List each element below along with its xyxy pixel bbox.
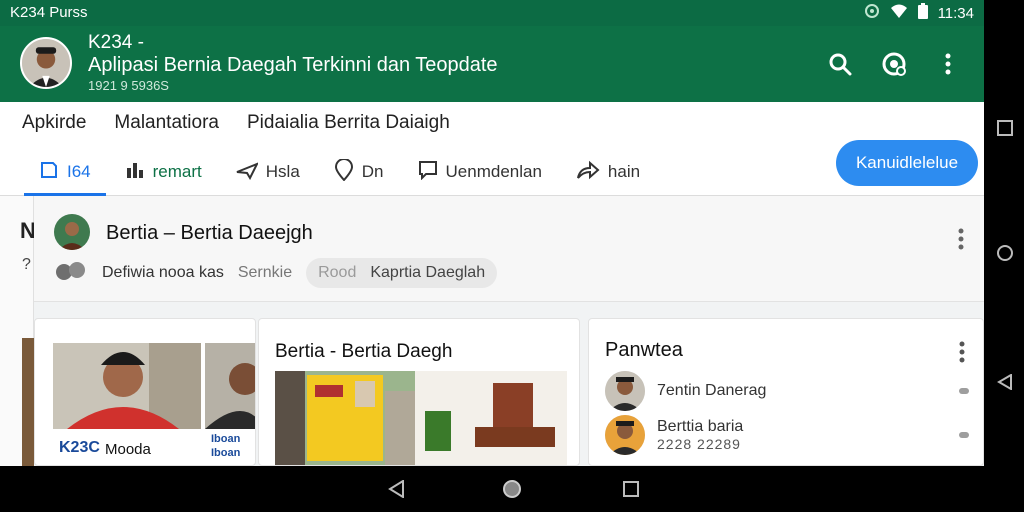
- carrier-label: K234 Purss: [10, 4, 88, 21]
- stub-image: [22, 338, 34, 466]
- app-subtitle: 1921 9 5936S: [88, 78, 169, 93]
- trending-item-sub: 2228 22289: [657, 436, 741, 452]
- tab-label: Hsla: [265, 162, 300, 181]
- news-card[interactable]: K23C Mooda Iboan Iboan: [34, 318, 256, 466]
- home-nav-icon[interactable]: [503, 480, 521, 498]
- news-overlay: Iboan: [211, 433, 241, 445]
- news-photo-1: [53, 343, 201, 429]
- breadcrumb-item-1[interactable]: Apkirde: [22, 112, 86, 134]
- tab-hain[interactable]: hain: [559, 148, 657, 196]
- app-bar: K234 - Aplipasi Bernia Daegah Terkinni d…: [0, 26, 984, 102]
- screen: K234 Purss 11:34 K234 - Aplipasi Bernia …: [0, 0, 984, 466]
- news-logo: K23C: [59, 439, 100, 456]
- news-title: Bertia - Bertia Daegh: [275, 341, 453, 362]
- post-card[interactable]: Bertia – Bertia Daeejgh Defiwia nooa kas…: [34, 196, 984, 302]
- chip-kaprtia: Kaprtia Daeglah: [370, 264, 486, 281]
- tab-bar: I64 remart Hsla Dn Uenmdenlan hain: [22, 148, 657, 196]
- trending-more-icon[interactable]: [959, 341, 965, 368]
- breadcrumb: Apkirde Malantatiora Pidaialia Berrita D…: [22, 112, 450, 134]
- trending-item[interactable]: Berttia baria 2228 22289: [605, 415, 969, 455]
- back-nav-icon[interactable]: [997, 373, 1013, 391]
- news-photo-3: [275, 371, 567, 465]
- trending-avatar: [605, 371, 645, 411]
- battery-icon: [917, 3, 928, 23]
- back-nav-icon[interactable]: [388, 479, 406, 499]
- left-panel-stub: N ?: [0, 196, 36, 466]
- sync-icon: [864, 3, 880, 23]
- chip-sernkie[interactable]: Sernkie: [238, 264, 292, 282]
- content-area: N ? Bertia – Bertia Daeejgh Defiwia nooa…: [0, 196, 984, 466]
- news-caption-2: Iboan: [211, 447, 241, 459]
- tab-label: hain: [607, 162, 641, 181]
- post-meta: Defiwia nooa kas Sernkie Rood Kaprtia Da…: [54, 258, 498, 288]
- system-bottom-nav: [0, 466, 1024, 512]
- recents-nav-icon[interactable]: [997, 120, 1013, 136]
- post-avatar: [54, 214, 90, 250]
- pin-icon: [334, 157, 354, 186]
- trending-card: Panwtea 7entin Danerag Berttia baria 222…: [588, 318, 984, 466]
- tab-label: Dn: [361, 162, 384, 181]
- trending-title: Panwtea: [605, 339, 683, 361]
- app-title-line2: Aplipasi Bernia Daegah Terkinni dan Teop…: [88, 54, 498, 76]
- breadcrumb-item-2[interactable]: Malantatiora: [114, 112, 219, 134]
- news-card[interactable]: Bertia - Bertia Daegh: [258, 318, 580, 466]
- home-nav-icon[interactable]: [997, 245, 1013, 261]
- stub-sub: ?: [22, 256, 31, 273]
- post-more-icon[interactable]: [958, 228, 964, 255]
- profile-avatar[interactable]: [20, 37, 72, 89]
- trending-item-title: Berttia baria: [657, 418, 744, 435]
- tab-home[interactable]: I64: [22, 148, 108, 196]
- news-photo-2: [205, 343, 255, 429]
- breadcrumb-item-3[interactable]: Pidaialia Berrita Daiaigh: [247, 112, 450, 134]
- plane-icon: [236, 160, 259, 185]
- more-vertical-icon[interactable]: [932, 48, 964, 80]
- tab-label: Uenmdenlan: [445, 162, 542, 181]
- clock-time: 11:34: [937, 4, 974, 22]
- document-icon: [39, 160, 59, 185]
- search-icon[interactable]: [824, 48, 856, 80]
- chip-rood: Rood: [318, 264, 357, 281]
- tab-label: I64: [67, 162, 91, 181]
- share-icon: [576, 160, 600, 185]
- trending-item-dot: [959, 432, 969, 438]
- bar-chart-icon: [125, 160, 145, 185]
- trending-item[interactable]: 7entin Danerag: [605, 371, 969, 411]
- notification-icon[interactable]: [878, 48, 910, 80]
- comments-icon: [54, 260, 88, 287]
- tab-label: remart: [152, 162, 202, 181]
- app-title-line1: K234 -: [88, 32, 144, 53]
- trending-item-dot: [959, 388, 969, 394]
- system-side-nav: [984, 0, 1024, 466]
- trending-avatar: [605, 415, 645, 455]
- primary-button[interactable]: Kanuidlelelue: [836, 140, 978, 186]
- tab-uenmdenlan[interactable]: Uenmdenlan: [401, 148, 559, 196]
- post-title: Bertia – Bertia Daeejgh: [106, 222, 313, 244]
- post-meta-text: Defiwia nooa kas: [102, 264, 224, 281]
- chat-icon: [418, 160, 438, 185]
- category-chip[interactable]: Rood Kaprtia Daeglah: [306, 258, 498, 288]
- wifi-icon: [890, 3, 908, 23]
- news-caption-1: Mooda: [105, 441, 151, 458]
- tab-dn[interactable]: Dn: [317, 148, 401, 196]
- tab-remart[interactable]: remart: [108, 148, 219, 196]
- tab-hsla[interactable]: Hsla: [219, 148, 317, 196]
- toolbar: Apkirde Malantatiora Pidaialia Berrita D…: [0, 102, 984, 196]
- trending-item-title: 7entin Danerag: [657, 382, 767, 399]
- recents-nav-icon[interactable]: [622, 480, 640, 498]
- status-bar: K234 Purss 11:34: [0, 0, 984, 26]
